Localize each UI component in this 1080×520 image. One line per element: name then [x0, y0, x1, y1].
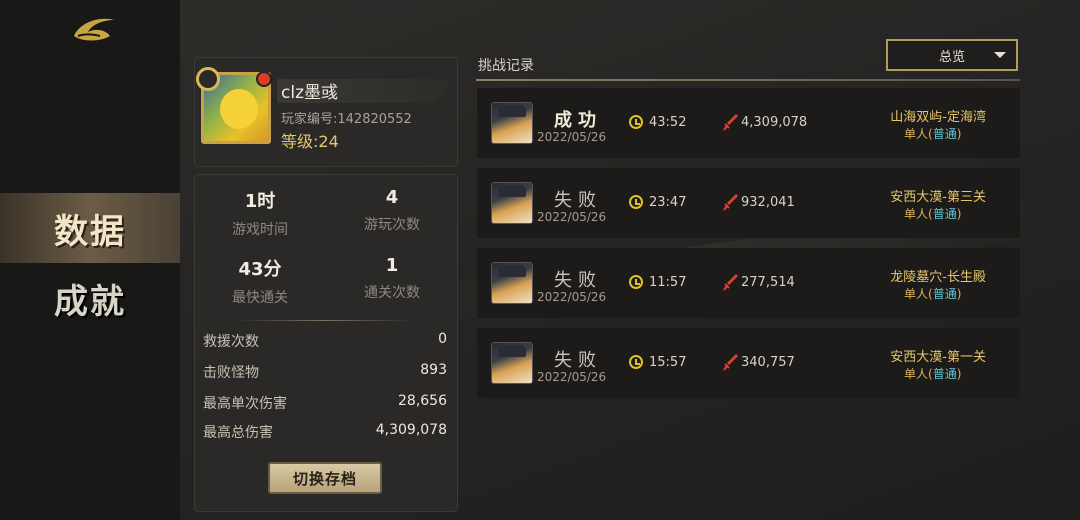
- record-character-avatar: [491, 182, 533, 224]
- record-mode: 单人(普通): [904, 367, 962, 381]
- stat-row-label: 最高总伤害: [203, 425, 273, 441]
- stat-row-value: 0: [438, 331, 447, 347]
- stat-play-time-value: 1时: [244, 191, 276, 212]
- record-time: 11:57: [649, 275, 687, 290]
- record-damage: 932,041: [741, 195, 795, 210]
- stat-play-count-label: 游玩次数: [364, 217, 420, 233]
- record-character-avatar: [491, 342, 533, 384]
- records-title-underline: [476, 79, 1020, 81]
- record-mode-label: 单人: [904, 367, 929, 381]
- stat-fastest-clear: 43分 最快通关: [195, 255, 325, 307]
- record-difficulty: 普通: [932, 127, 957, 141]
- character-hat-icon: [498, 185, 526, 197]
- record-date: 2022/05/26: [537, 370, 607, 384]
- stats-divider: [235, 320, 415, 321]
- stat-play-time-label: 游戏时间: [232, 222, 288, 238]
- stat-fastest-clear-value: 43分: [238, 259, 282, 280]
- stat-row-monsters-defeated: 击败怪物 893: [203, 362, 447, 382]
- record-stage: 山海双屿-定海湾: [890, 110, 986, 125]
- record-difficulty: 普通: [932, 367, 957, 381]
- record-difficulty: 普通: [932, 207, 957, 221]
- record-result: 失败: [554, 270, 602, 291]
- record-damage: 4,309,078: [741, 115, 808, 130]
- avatar-frame-ornament-icon: [196, 67, 220, 91]
- avatar[interactable]: [196, 67, 272, 144]
- record-stage: 龙陵墓穴-长生殿: [890, 270, 986, 285]
- record-mode-label: 单人: [904, 287, 929, 301]
- stat-row-label: 救援次数: [203, 334, 259, 350]
- notification-dot-icon: [256, 71, 272, 87]
- stat-clear-count: 1 通关次数: [327, 255, 457, 302]
- sidebar: 数据 成就: [0, 0, 180, 520]
- stat-row-value: 893: [420, 362, 447, 378]
- sword-icon: [723, 354, 738, 371]
- record-result: 成功: [554, 110, 602, 131]
- record-mode: 单人(普通): [904, 287, 962, 301]
- stat-fastest-clear-label: 最快通关: [232, 290, 288, 306]
- sword-icon: [723, 194, 738, 211]
- caret-down-icon: [994, 52, 1006, 58]
- record-row[interactable]: 失败 2022/05/26 15:57 340,757 安西大漠-第一关 单人(…: [477, 328, 1020, 398]
- stat-row-label: 最高单次伤害: [203, 396, 287, 412]
- record-date: 2022/05/26: [537, 210, 607, 224]
- profile-card: clz墨彧 玩家编号:142820552 等级:24: [194, 57, 458, 167]
- sidebar-tab-achievements[interactable]: 成就: [0, 263, 180, 333]
- logo-icon[interactable]: [70, 12, 118, 42]
- record-damage: 340,757: [741, 355, 795, 370]
- record-time: 15:57: [649, 355, 687, 370]
- stat-row-value: 4,309,078: [375, 422, 447, 438]
- stat-row-value: 28,656: [398, 393, 447, 409]
- record-result: 失败: [554, 350, 602, 371]
- record-stage: 安西大漠-第三关: [890, 190, 986, 205]
- sidebar-tab-data[interactable]: 数据: [0, 193, 180, 263]
- stat-row-max-single-damage: 最高单次伤害 28,656: [203, 393, 447, 413]
- stat-play-count: 4 游玩次数: [327, 187, 457, 234]
- record-mode: 单人(普通): [904, 127, 962, 141]
- record-date: 2022/05/26: [537, 290, 607, 304]
- records-title: 挑战记录: [478, 58, 534, 74]
- stat-clear-count-label: 通关次数: [364, 285, 420, 301]
- record-row[interactable]: 失败 2022/05/26 11:57 277,514 龙陵墓穴-长生殿 单人(…: [477, 248, 1020, 318]
- character-hat-icon: [498, 105, 526, 117]
- record-mode: 单人(普通): [904, 207, 962, 221]
- stat-row-max-total-damage: 最高总伤害 4,309,078: [203, 422, 447, 442]
- record-result: 失败: [554, 190, 602, 211]
- switch-save-button[interactable]: 切换存档: [268, 462, 382, 494]
- player-level: 等级:24: [281, 132, 339, 151]
- record-character-avatar: [491, 262, 533, 304]
- stat-play-count-value: 4: [385, 187, 399, 208]
- record-damage: 277,514: [741, 275, 795, 290]
- record-stage: 安西大漠-第一关: [890, 350, 986, 365]
- stats-card: 1时 游戏时间 4 游玩次数 43分 最快通关 1 通关次数 救援次数 0 击败…: [194, 174, 458, 512]
- stat-row-label: 击败怪物: [203, 365, 259, 381]
- record-time: 23:47: [649, 195, 687, 210]
- character-hat-icon: [498, 265, 526, 277]
- record-row[interactable]: 失败 2022/05/26 23:47 932,041 安西大漠-第三关 单人(…: [477, 168, 1020, 238]
- clock-icon: [629, 275, 643, 289]
- player-name: clz墨彧: [281, 83, 338, 103]
- sword-icon: [723, 114, 738, 131]
- avatar-character-image: [220, 89, 258, 129]
- clock-icon: [629, 115, 643, 129]
- character-hat-icon: [498, 345, 526, 357]
- sword-icon: [723, 274, 738, 291]
- record-row[interactable]: 成功 2022/05/26 43:52 4,309,078 山海双屿-定海湾 单…: [477, 88, 1020, 158]
- stat-row-rescues: 救援次数 0: [203, 331, 447, 351]
- clock-icon: [629, 355, 643, 369]
- record-mode-label: 单人: [904, 127, 929, 141]
- stat-play-time: 1时 游戏时间: [195, 187, 325, 239]
- record-character-avatar: [491, 102, 533, 144]
- player-id: 玩家编号:142820552: [281, 112, 412, 127]
- records-filter-dropdown[interactable]: 总览: [886, 39, 1018, 71]
- record-date: 2022/05/26: [537, 130, 607, 144]
- sidebar-tab-data-label: 数据: [54, 211, 126, 252]
- records-filter-value: 总览: [938, 49, 965, 65]
- record-difficulty: 普通: [932, 287, 957, 301]
- stat-clear-count-value: 1: [385, 255, 399, 276]
- clock-icon: [629, 195, 643, 209]
- sidebar-tab-achievements-label: 成就: [54, 281, 126, 322]
- record-mode-label: 单人: [904, 207, 929, 221]
- record-time: 43:52: [649, 115, 687, 130]
